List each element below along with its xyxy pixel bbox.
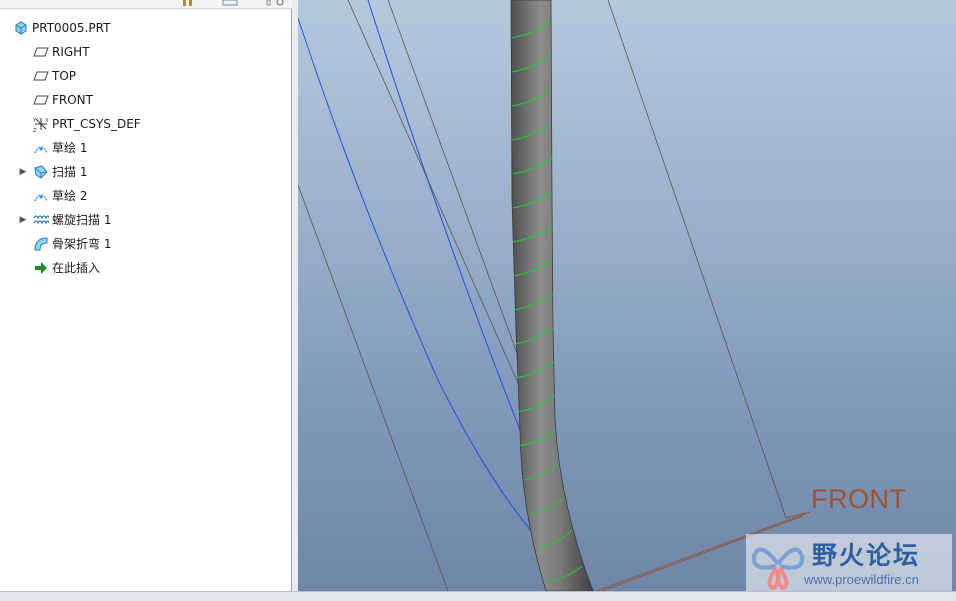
tree-item-label: 草绘 1: [52, 141, 88, 155]
datum-line: [607, 0, 787, 519]
tree-item-label: 螺旋扫描 1: [52, 213, 112, 227]
tree-item-label: FRONT: [52, 93, 93, 107]
model-tree-list: PRT0005.PRT RIGHT TOP FRONT Y X Z PRT_CS…: [0, 16, 290, 280]
tree-item-sketch-1[interactable]: 草绘 1: [0, 136, 290, 160]
tree-item-label: 草绘 2: [52, 189, 88, 203]
tree-item-front[interactable]: FRONT: [0, 88, 290, 112]
expand-arrow-icon[interactable]: ▶: [18, 160, 28, 184]
coordinate-system-icon: Y X Z: [33, 118, 49, 132]
expand-arrow-icon[interactable]: ▶: [18, 208, 28, 232]
tree-item-label: RIGHT: [52, 45, 90, 59]
sweep-icon: [34, 165, 48, 179]
tree-item-csys[interactable]: Y X Z PRT_CSYS_DEF: [0, 112, 290, 136]
tree-settings-icon[interactable]: [182, 0, 196, 6]
tree-item-right[interactable]: RIGHT: [0, 40, 290, 64]
tree-item-root[interactable]: PRT0005.PRT: [0, 16, 290, 40]
helical-sweep-icon: [33, 215, 49, 225]
forum-logo-icon: [751, 547, 805, 590]
tree-item-sweep-1[interactable]: ▶ 扫描 1: [0, 160, 290, 184]
bent-tube-body: [510, 0, 594, 591]
model-tree-toolbar: [0, 0, 292, 9]
tree-item-spinal-bend-1[interactable]: 骨架折弯 1: [0, 232, 290, 256]
tree-item-label: PRT_CSYS_DEF: [52, 117, 141, 131]
tree-item-label: 扫描 1: [52, 165, 88, 179]
datum-plane-icon: [33, 71, 49, 81]
svg-text:X: X: [45, 118, 49, 124]
sketch-icon: [34, 146, 48, 154]
tree-search-icon[interactable]: [266, 0, 288, 6]
svg-text:Z: Z: [33, 128, 37, 132]
forum-watermark: 野火论坛 www.proewildfire.cn: [746, 534, 952, 591]
tree-item-helical-sweep-1[interactable]: ▶ 螺旋扫描 1: [0, 208, 290, 232]
tree-item-insert-here[interactable]: 在此插入: [0, 256, 290, 280]
datum-line: [298, 184, 449, 591]
insert-here-arrow-icon: [35, 262, 47, 274]
tree-item-label: PRT0005.PRT: [32, 21, 111, 35]
datum-plane-edge: [785, 511, 811, 519]
part-icon: [15, 21, 27, 35]
tree-item-sketch-2[interactable]: 草绘 2: [0, 184, 290, 208]
tree-item-label: 在此插入: [52, 261, 101, 275]
graphics-viewport[interactable]: FRONT 野火论坛 www.proewildfire.cn: [298, 0, 956, 591]
tree-item-label: TOP: [52, 69, 77, 83]
tree-filter-icon[interactable]: [222, 0, 238, 6]
status-bar: [0, 591, 956, 601]
watermark-url: www.proewildfire.cn: [804, 572, 919, 587]
datum-plane-icon: [33, 95, 49, 105]
watermark-title: 野火论坛: [812, 541, 921, 570]
model-tree-panel: PRT0005.PRT RIGHT TOP FRONT Y X Z PRT_CS…: [0, 0, 292, 591]
spinal-bend-icon: [34, 237, 48, 251]
tree-item-label: 骨架折弯 1: [52, 237, 112, 251]
sketch-icon: [34, 194, 48, 202]
tree-item-top[interactable]: TOP: [0, 64, 290, 88]
datum-plane-icon: [33, 47, 49, 57]
datum-plane-label: FRONT: [811, 484, 907, 514]
application-window: PRT0005.PRT RIGHT TOP FRONT Y X Z PRT_CS…: [0, 0, 956, 601]
